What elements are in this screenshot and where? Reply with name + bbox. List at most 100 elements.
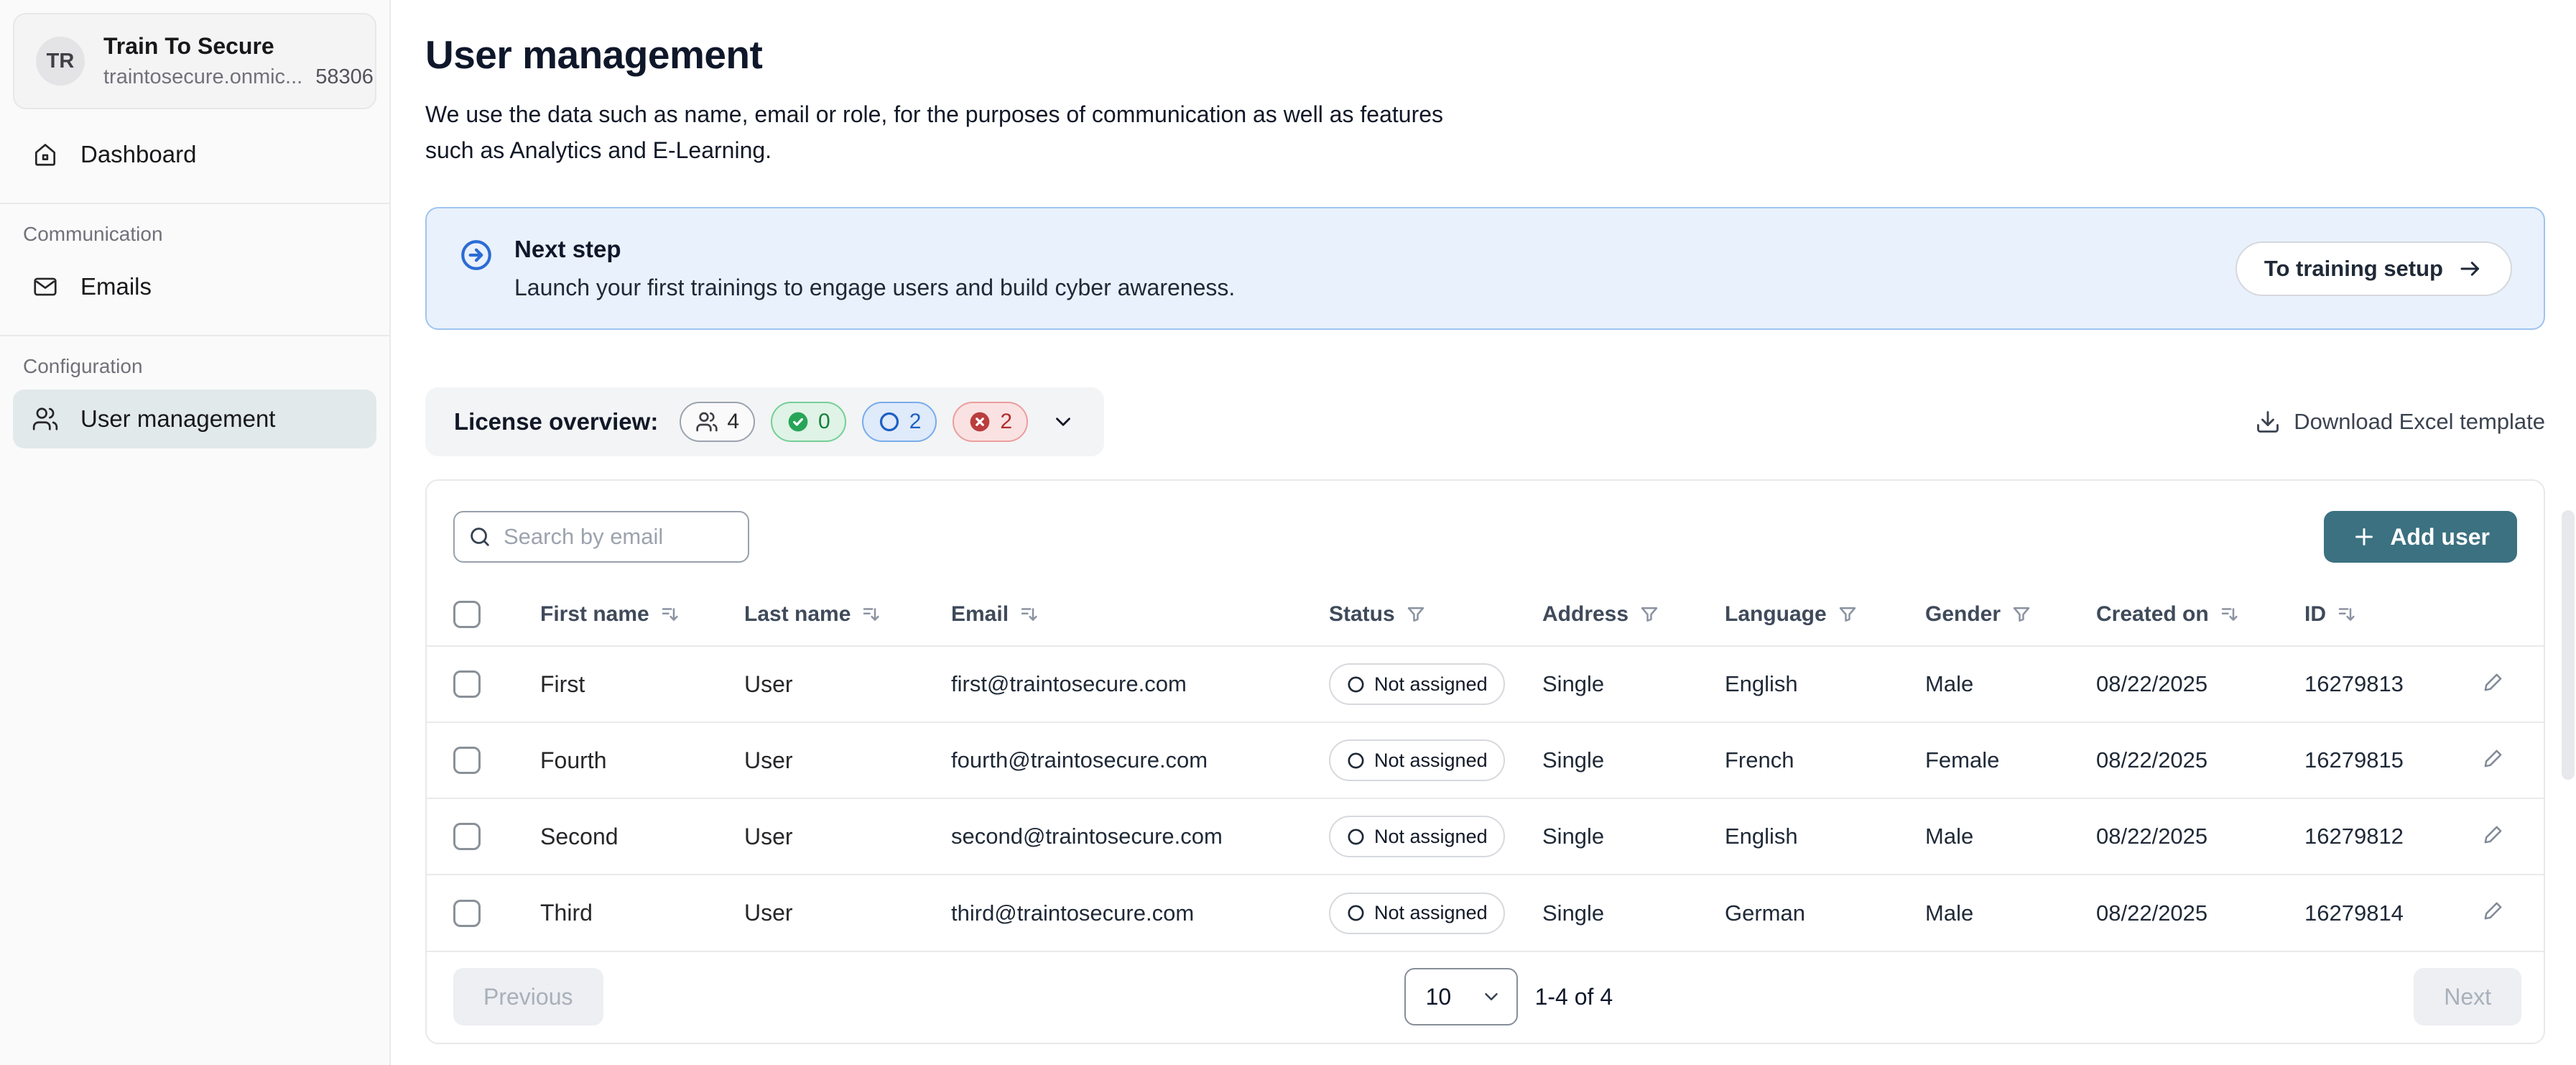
row-checkbox[interactable] — [453, 747, 481, 774]
edit-icon[interactable] — [2482, 822, 2506, 846]
column-header-gender[interactable]: Gender — [1925, 602, 2032, 627]
users-table: First name Last name Email Status Addres… — [427, 583, 2544, 951]
filter-icon — [1639, 604, 1660, 625]
cell-language: English — [1725, 646, 1925, 722]
sidebar-item-user-management[interactable]: User management — [13, 389, 376, 448]
column-header-status[interactable]: Status — [1329, 602, 1427, 627]
to-training-setup-button[interactable]: To training setup — [2236, 241, 2512, 296]
cell-gender: Male — [1925, 798, 2096, 875]
scrollbar-thumb[interactable] — [2562, 510, 2575, 780]
x-circle-icon — [968, 410, 991, 433]
circle-icon — [878, 410, 901, 433]
cell-gender: Female — [1925, 722, 2096, 798]
table-row: Fourth User fourth@traintosecure.com Not… — [427, 722, 2544, 798]
column-label: Status — [1329, 602, 1395, 627]
row-checkbox[interactable] — [453, 670, 481, 698]
cell-last-name: User — [744, 875, 951, 951]
table-row: Third User third@traintosecure.com Not a… — [427, 875, 2544, 951]
column-header-last-name[interactable]: Last name — [744, 602, 882, 627]
download-icon — [2255, 409, 2281, 435]
mail-icon — [32, 273, 59, 300]
avatar: TR — [36, 37, 85, 86]
cell-gender: Male — [1925, 875, 2096, 951]
column-label: First name — [540, 602, 649, 627]
to-training-setup-label: To training setup — [2264, 256, 2443, 282]
select-all-checkbox[interactable] — [453, 601, 481, 628]
table-row: First User first@traintosecure.com Not a… — [427, 646, 2544, 722]
chevron-down-icon[interactable] — [1051, 410, 1075, 434]
column-label: Language — [1725, 602, 1827, 627]
license-row: License overview: 4 0 2 2 — [425, 387, 2545, 456]
circle-icon — [1346, 675, 1366, 694]
banner-subtitle: Launch your first trainings to engage us… — [514, 275, 1235, 301]
download-excel-template-link[interactable]: Download Excel template — [2255, 409, 2545, 435]
check-circle-icon — [787, 410, 810, 433]
badge-pending: 2 — [862, 402, 937, 442]
circle-icon — [1346, 827, 1366, 847]
cell-gender: Male — [1925, 646, 2096, 722]
cell-first-name: Third — [540, 875, 744, 951]
column-label: Created on — [2096, 602, 2209, 627]
cell-created-on: 08/22/2025 — [2096, 722, 2304, 798]
badge-total-users: 4 — [680, 402, 755, 442]
cell-email: first@traintosecure.com — [951, 646, 1329, 722]
filter-icon — [1405, 604, 1427, 625]
column-label: Address — [1542, 602, 1628, 627]
cell-id: 16279813 — [2304, 646, 2482, 722]
edit-icon[interactable] — [2482, 670, 2506, 693]
column-header-first-name[interactable]: First name — [540, 602, 681, 627]
status-badge: Not assigned — [1329, 739, 1505, 781]
pagination-center: 10 1-4 of 4 — [603, 968, 2414, 1025]
banner-title: Next step — [514, 236, 1235, 263]
app-root: TR Train To Secure traintosecure.onmic..… — [0, 0, 2576, 1065]
badge-failed: 2 — [953, 402, 1028, 442]
column-header-address[interactable]: Address — [1542, 602, 1660, 627]
search-input[interactable] — [453, 511, 749, 563]
sidebar-item-dashboard[interactable]: Dashboard — [13, 125, 376, 184]
page-size-select[interactable]: 10 — [1404, 968, 1518, 1025]
edit-icon[interactable] — [2482, 898, 2506, 922]
page-size-value: 10 — [1426, 984, 1452, 1010]
org-switcher[interactable]: TR Train To Secure traintosecure.onmic..… — [13, 13, 376, 109]
cell-email: second@traintosecure.com — [951, 798, 1329, 875]
status-label: Not assigned — [1374, 750, 1488, 772]
cell-first-name: First — [540, 646, 744, 722]
badge-value: 4 — [727, 410, 739, 434]
column-label: Gender — [1925, 602, 2001, 627]
row-checkbox[interactable] — [453, 900, 481, 927]
users-icon — [32, 405, 59, 433]
cell-last-name: User — [744, 646, 951, 722]
sidebar-divider — [0, 335, 389, 336]
edit-icon[interactable] — [2482, 746, 2506, 770]
sidebar-item-label: Emails — [80, 273, 152, 300]
main-content: User management We use the data such as … — [391, 0, 2576, 1065]
column-header-email[interactable]: Email — [951, 602, 1040, 627]
next-button[interactable]: Next — [2414, 968, 2521, 1025]
page-title: User management — [425, 32, 2545, 78]
column-header-created-on[interactable]: Created on — [2096, 602, 2241, 627]
sort-icon — [2336, 604, 2358, 625]
filter-icon — [1837, 604, 1858, 625]
cell-address: Single — [1542, 875, 1725, 951]
cell-email: fourth@traintosecure.com — [951, 722, 1329, 798]
table-row: Second User second@traintosecure.com Not… — [427, 798, 2544, 875]
row-checkbox[interactable] — [453, 823, 481, 850]
badge-value: 2 — [909, 410, 922, 434]
cell-created-on: 08/22/2025 — [2096, 798, 2304, 875]
previous-button[interactable]: Previous — [453, 968, 603, 1025]
org-domain: traintosecure.onmic... — [103, 65, 302, 89]
cell-first-name: Second — [540, 798, 744, 875]
status-label: Not assigned — [1374, 902, 1488, 924]
status-badge: Not assigned — [1329, 893, 1505, 934]
sort-icon — [2219, 604, 2241, 625]
users-table-card: Add user First name Last name Email Stat… — [425, 479, 2545, 1044]
table-toolbar: Add user — [427, 481, 2544, 583]
sidebar-divider — [0, 203, 389, 204]
column-header-language[interactable]: Language — [1725, 602, 1858, 627]
add-user-button[interactable]: Add user — [2324, 511, 2517, 563]
sidebar-item-emails[interactable]: Emails — [13, 257, 376, 316]
sort-icon — [861, 604, 882, 625]
column-header-id[interactable]: ID — [2304, 602, 2358, 627]
org-meta: Train To Secure traintosecure.onmic... 5… — [103, 33, 353, 89]
sidebar-section-configuration: Configuration — [23, 355, 376, 378]
